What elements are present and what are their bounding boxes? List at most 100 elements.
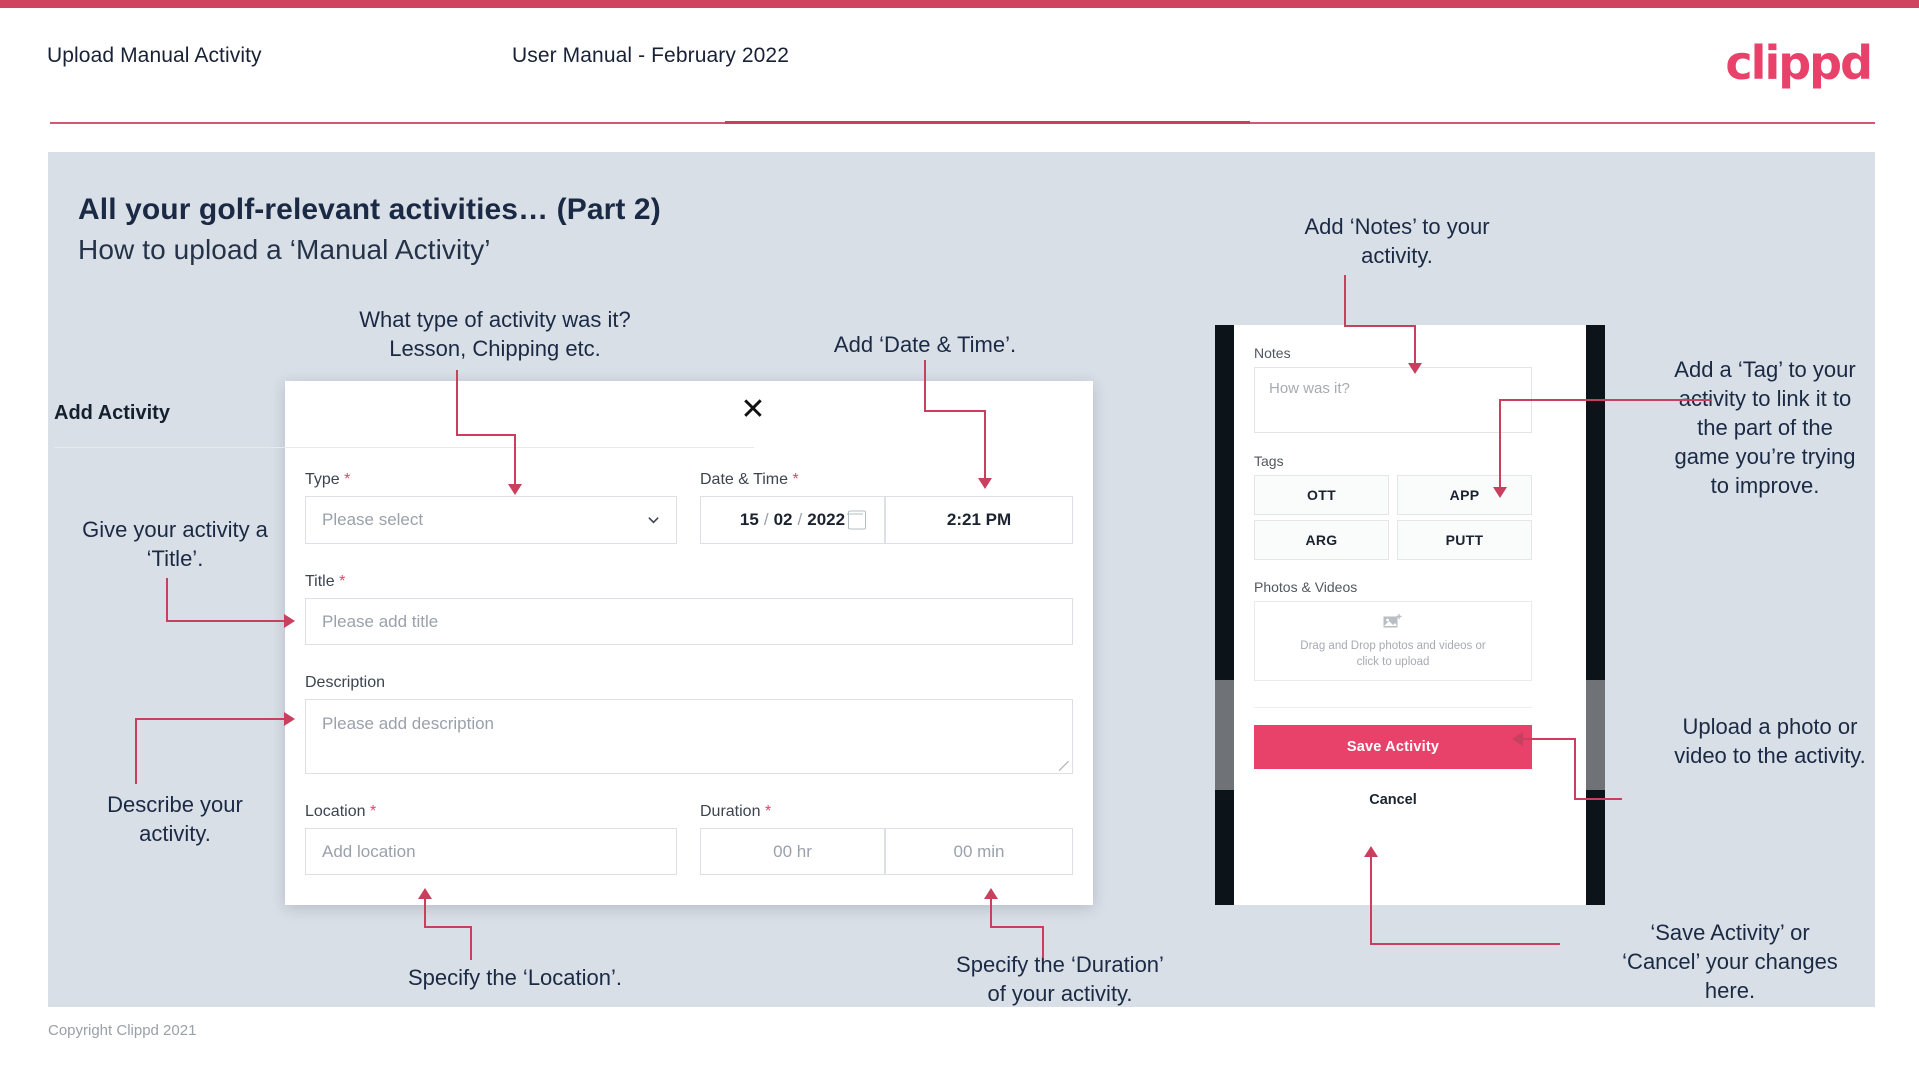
duration-minutes-input[interactable]: 00 min [885, 828, 1073, 875]
connector-tags-h1 [1615, 399, 1711, 401]
annotation-upload: Upload a photo or video to the activity. [1674, 714, 1866, 768]
annotation-save: ‘Save Activity’ or ‘Cancel’ your changes… [1622, 920, 1838, 1003]
connector-type-v1 [456, 370, 458, 436]
time-input[interactable]: 2:21 PM [885, 496, 1073, 544]
title-input[interactable]: Please add title [305, 598, 1073, 645]
dropzone-line-2: click to upload [1356, 655, 1430, 668]
connector-upload-h2 [1574, 798, 1622, 800]
phone-frame-right-top [1586, 325, 1605, 680]
dropzone-line-1: Drag and Drop photos and videos or [1300, 639, 1486, 652]
connector-duration-v2 [990, 898, 992, 928]
clippd-logo: clippd [1725, 36, 1873, 90]
slide-title: All your golf-relevant activities… (Part… [78, 193, 661, 226]
notes-label: Notes [1254, 345, 1291, 361]
description-label-text: Description [305, 674, 386, 691]
phone-frame-left-top [1215, 325, 1234, 680]
notes-placeholder: How was it? [1269, 380, 1350, 397]
calendar-icon[interactable] [847, 510, 866, 530]
date-sep-1: / [763, 510, 769, 529]
location-placeholder: Add location [322, 841, 416, 861]
annotation-datetime: Add ‘Date & Time’. [833, 332, 1017, 357]
connector-notes-h [1344, 325, 1416, 327]
connector-notes-v2 [1414, 325, 1416, 365]
location-label: Location * [305, 803, 376, 821]
title-required-marker: * [339, 573, 346, 590]
annotation-duration: Specify the ‘Duration’ of your activity. [956, 952, 1164, 1006]
datetime-label: Date & Time * [700, 471, 799, 489]
dialog-title: Add Activity [54, 402, 170, 424]
connector-tags-arrow [1493, 487, 1507, 498]
connector-duration-v1 [1042, 928, 1044, 958]
connector-upload-h1 [1520, 738, 1576, 740]
phone-screen: Notes How was it? Tags OTT APP ARG PUTT … [1234, 325, 1586, 905]
annotation-type: What type of activity was it? Lesson, Ch… [359, 307, 631, 361]
connector-location-v2 [424, 898, 426, 928]
connector-description-arrow [284, 712, 295, 726]
title-label: Title * [305, 573, 345, 591]
connector-description-v [135, 718, 137, 784]
phone-frame-left-bottom [1215, 790, 1234, 905]
phone-frame-right-mid [1586, 680, 1605, 790]
description-label: Description [305, 674, 385, 692]
annotation-tags: Add a ‘Tag’ to your activity to link it … [1674, 357, 1856, 498]
connector-upload-arrow [1512, 732, 1523, 746]
connector-type-arrow [508, 484, 522, 495]
connector-description-h [135, 718, 287, 720]
tag-button-arg[interactable]: ARG [1254, 520, 1389, 560]
date-day: 15 [739, 510, 759, 529]
connector-type-v2 [514, 434, 516, 486]
connector-datetime-v2 [984, 410, 986, 480]
date-input[interactable]: 15 / 02 / 2022 [700, 496, 885, 544]
phone-mockup: Notes How was it? Tags OTT APP ARG PUTT … [1215, 325, 1605, 905]
date-month: 02 [773, 510, 793, 529]
header-subtitle: User Manual - February 2022 [512, 44, 789, 67]
duration-label: Duration * [700, 803, 771, 821]
notes-textarea[interactable]: How was it? [1254, 367, 1532, 433]
datetime-required-marker: * [792, 471, 799, 488]
duration-minutes-value: 00 min [953, 841, 1005, 861]
cancel-button[interactable]: Cancel [1254, 780, 1532, 820]
time-value: 2:21 PM [946, 510, 1012, 529]
connector-location-h [424, 926, 472, 928]
connector-datetime-arrow [978, 478, 992, 489]
annotation-description: Describe your activity. [107, 792, 243, 846]
connector-upload-v [1574, 740, 1576, 800]
location-input[interactable]: Add location [305, 828, 677, 875]
duration-hours-value: 00 hr [773, 841, 812, 861]
phone-frame-left-mid [1215, 680, 1234, 790]
type-placeholder: Please select [322, 510, 424, 529]
connector-notes-arrow [1408, 363, 1422, 374]
resize-handle-icon[interactable] [1059, 761, 1069, 771]
chevron-down-icon [648, 517, 659, 524]
image-add-icon [1383, 613, 1402, 627]
tag-button-app[interactable]: APP [1397, 475, 1532, 515]
title-placeholder: Please add title [322, 611, 439, 631]
close-icon[interactable]: ✕ [736, 393, 770, 427]
annotation-location: Specify the ‘Location’. [407, 965, 623, 990]
top-accent-bar [0, 0, 1919, 8]
connector-datetime-v1 [924, 360, 926, 412]
connector-type-h [456, 434, 516, 436]
duration-label-text: Duration [700, 803, 761, 820]
save-activity-button[interactable]: Save Activity [1254, 725, 1532, 769]
location-required-marker: * [369, 803, 377, 820]
phone-frame-right-bottom [1586, 790, 1605, 905]
tag-button-ott[interactable]: OTT [1254, 475, 1389, 515]
tags-label: Tags [1254, 453, 1284, 469]
header-divider [50, 121, 1875, 124]
phone-divider [1254, 707, 1532, 708]
connector-notes-v1 [1344, 275, 1346, 327]
slide-subtitle: How to upload a ‘Manual Activity’ [78, 234, 491, 265]
description-textarea[interactable]: Please add description [305, 699, 1073, 774]
duration-hours-input[interactable]: 00 hr [700, 828, 885, 875]
connector-tags-v [1499, 399, 1501, 489]
type-select[interactable]: Please select [305, 496, 677, 544]
header-title: Upload Manual Activity [47, 44, 262, 67]
type-label-text: Type [305, 471, 340, 488]
tag-button-putt[interactable]: PUTT [1397, 520, 1532, 560]
photo-upload-dropzone[interactable]: Drag and Drop photos and videos or click… [1254, 601, 1532, 681]
annotation-notes: Add ‘Notes’ to your activity. [1304, 214, 1490, 268]
annotation-title: Give your activity a ‘Title’. [82, 517, 268, 571]
type-required-marker: * [344, 471, 351, 488]
connector-title-h [166, 620, 286, 622]
